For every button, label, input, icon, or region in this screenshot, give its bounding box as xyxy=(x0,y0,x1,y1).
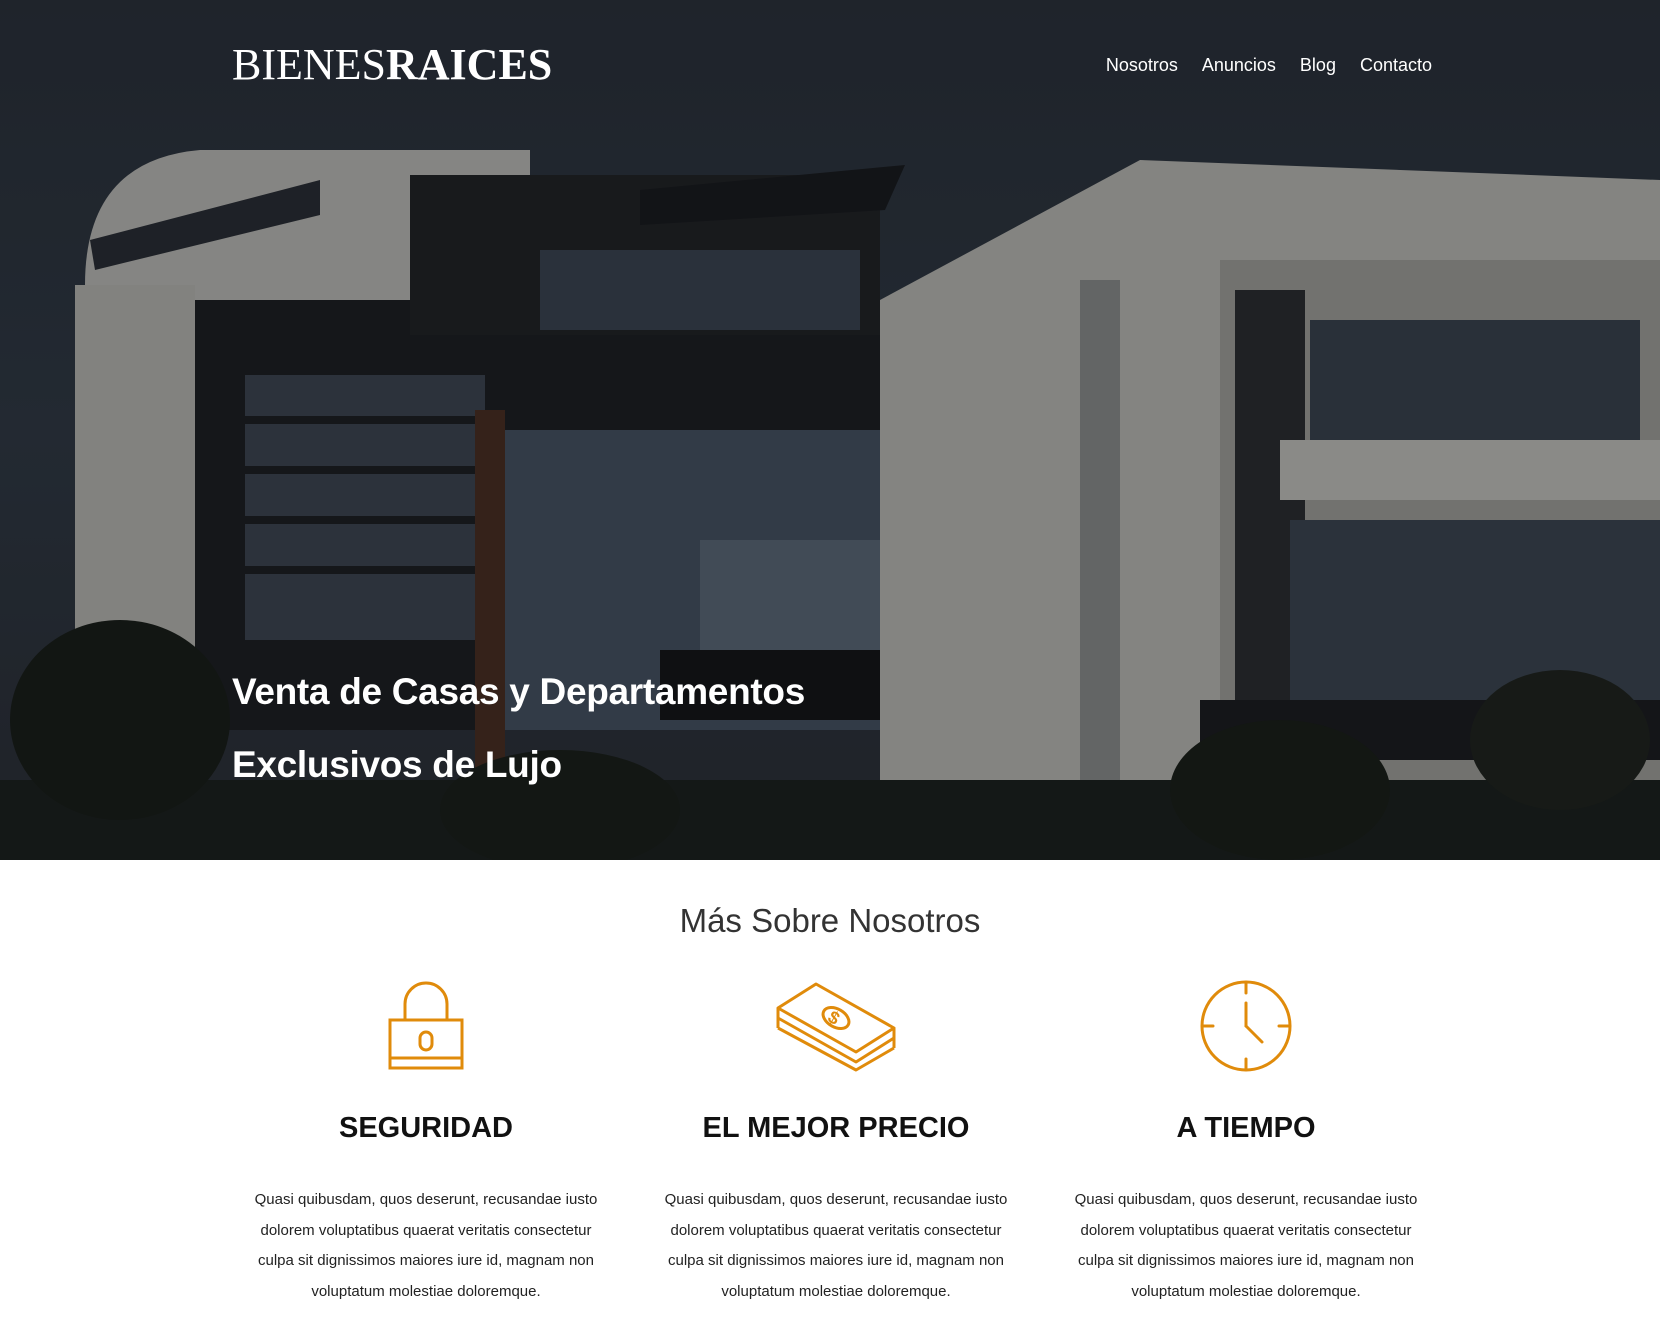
site-logo[interactable]: BIENESRAICES xyxy=(232,43,552,87)
feature-title-seguridad: SEGURIDAD xyxy=(338,1112,513,1144)
features-list: SEGURIDAD Quasi quibusdam, quos deserunt… xyxy=(236,976,1436,1316)
hero-heading-line-1: Venta de Casas y Departamentos xyxy=(232,671,805,712)
money-stack-icon: $ xyxy=(646,976,1026,1076)
nav-link-anuncios[interactable]: Anuncios xyxy=(1202,55,1276,76)
feature-text-mejor-precio: Quasi quibusdam, quos deserunt, recusand… xyxy=(664,1191,1008,1300)
about-title: Más Sobre Nosotros xyxy=(679,902,981,939)
feature-seguridad: SEGURIDAD Quasi quibusdam, quos deserunt… xyxy=(236,976,616,1316)
logo-bold-text: RAICES xyxy=(386,40,553,89)
nav-link-blog[interactable]: Blog xyxy=(1300,55,1336,76)
feature-title-mejor-precio: EL MEJOR PRECIO xyxy=(702,1112,970,1144)
hero-heading: Venta de Casas y Departamentos Exclusivo… xyxy=(232,655,1132,801)
feature-text-a-tiempo: Quasi quibusdam, quos deserunt, recusand… xyxy=(1074,1191,1418,1300)
svg-text:$: $ xyxy=(824,1007,843,1029)
main-nav: Nosotros Anuncios Blog Contacto xyxy=(1106,55,1432,76)
lock-icon xyxy=(236,976,616,1076)
feature-text-seguridad: Quasi quibusdam, quos deserunt, recusand… xyxy=(254,1191,598,1300)
nav-link-contacto[interactable]: Contacto xyxy=(1360,55,1432,76)
nav-link-nosotros[interactable]: Nosotros xyxy=(1106,55,1178,76)
logo-light-text: BIENES xyxy=(232,40,386,89)
feature-a-tiempo: A TIEMPO Quasi quibusdam, quos deserunt,… xyxy=(1056,976,1436,1316)
about-section: Más Sobre Nosotros SEGURIDAD Quasi quibu… xyxy=(0,860,1660,1339)
clock-icon xyxy=(1056,976,1436,1076)
site-header: BIENESRAICES Nosotros Anuncios Blog Cont… xyxy=(232,40,1432,90)
hero-section: BIENESRAICES Nosotros Anuncios Blog Cont… xyxy=(0,0,1660,860)
feature-title-a-tiempo: A TIEMPO xyxy=(1176,1112,1316,1144)
hero-heading-line-2: Exclusivos de Lujo xyxy=(232,744,562,785)
feature-mejor-precio: $ EL MEJOR PRECIO Quasi quibusdam, quos … xyxy=(646,976,1026,1316)
